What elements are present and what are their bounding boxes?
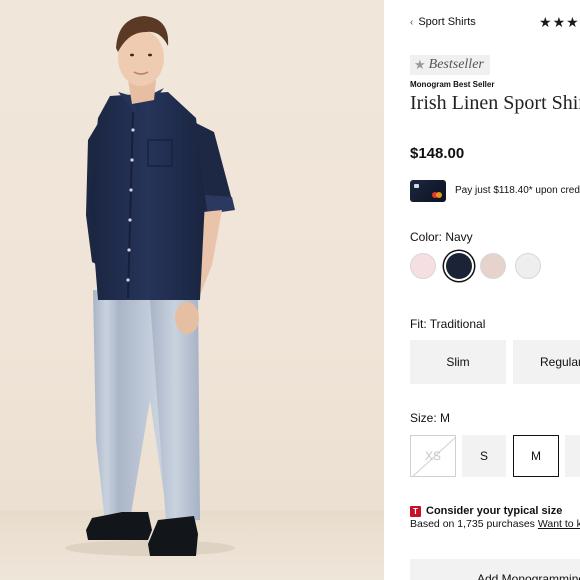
product-eyebrow: Monogram Best Seller — [410, 80, 495, 89]
star-icon: ★ — [566, 14, 580, 30]
fit-label: Fit: Traditional — [410, 317, 486, 331]
fit-option-slim[interactable]: Slim — [410, 340, 506, 384]
product-title: Irish Linen Sport Shirt — [410, 92, 580, 114]
add-monogramming-button[interactable]: Add Monogramming — [410, 559, 580, 580]
color-swatch-navy[interactable] — [446, 253, 472, 279]
size-option-label: XS — [424, 449, 441, 463]
size-option-xs[interactable]: XS — [410, 435, 456, 477]
size-option-label: M — [531, 449, 541, 463]
fit-option-label: Regular — [539, 355, 580, 369]
size-tip-title: Consider your typical size — [426, 505, 563, 517]
product-price: $148.00 — [410, 145, 465, 162]
size-tip-link[interactable]: Want to know more? — [538, 518, 580, 530]
size-recommendation: T Consider your typical size — [410, 505, 562, 517]
brand-t-icon: T — [410, 505, 421, 517]
size-label: Size: M — [410, 411, 451, 425]
size-option-s[interactable]: S — [462, 435, 506, 477]
product-details-panel: ‹ Sport Shirts ★★★ ★ Bestseller Monogram… — [384, 0, 580, 580]
star-icon: ★ — [552, 14, 567, 30]
badge-label: Bestseller — [428, 57, 484, 72]
star-icon: ★ — [414, 57, 426, 72]
size-tip-basis-text: Based on 1,735 purchases — [410, 518, 535, 530]
chevron-left-icon: ‹ — [410, 16, 414, 28]
bestseller-badge: ★ Bestseller — [410, 55, 490, 75]
fit-option-label: Slim — [446, 355, 470, 369]
color-swatch-white[interactable] — [515, 253, 541, 279]
fit-option-regular[interactable]: Regular — [513, 340, 580, 384]
color-swatch-tan[interactable] — [480, 253, 506, 279]
size-option-label: S — [479, 449, 488, 463]
size-option-m[interactable]: M — [513, 435, 559, 477]
star-icon: ★ — [539, 14, 553, 30]
product-photo[interactable] — [0, 0, 384, 580]
credit-card-icon — [410, 180, 446, 202]
rating-stars[interactable]: ★★★ — [539, 14, 580, 31]
breadcrumb[interactable]: ‹ Sport Shirts — [410, 16, 476, 28]
breadcrumb-label: Sport Shirts — [418, 16, 476, 28]
model-illustration — [65, 16, 235, 556]
size-option-l[interactable]: L — [565, 435, 580, 477]
color-label: Color: Navy — [410, 230, 473, 244]
color-swatch-pink[interactable] — [410, 253, 436, 279]
payment-offer-text[interactable]: Pay just $118.40* upon credit approval — [455, 185, 580, 196]
size-tip-basis: Based on 1,735 purchases Want to know mo… — [410, 518, 580, 530]
